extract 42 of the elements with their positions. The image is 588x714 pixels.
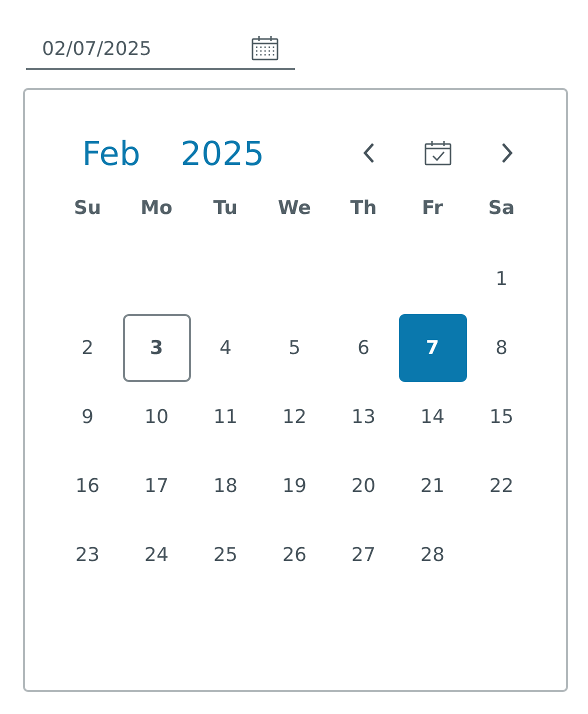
day-button[interactable]: 17 — [122, 452, 190, 520]
today-button[interactable] — [424, 140, 452, 166]
day-button[interactable]: 2 — [54, 314, 122, 382]
weekday-label: We — [278, 197, 312, 219]
day-button[interactable]: 14 — [398, 382, 466, 450]
day-button[interactable]: 25 — [192, 520, 260, 588]
next-month-button[interactable] — [500, 142, 514, 164]
year-selector[interactable]: 2025 — [180, 134, 264, 172]
day-button[interactable]: 22 — [468, 452, 536, 520]
month-selector[interactable]: Feb — [82, 134, 140, 172]
day-button[interactable]: 24 — [122, 520, 190, 588]
day-button[interactable]: 5 — [260, 314, 328, 382]
day-button[interactable]: 11 — [192, 382, 260, 450]
weekday-label: Fr — [422, 197, 444, 219]
day-button[interactable]: 28 — [398, 520, 466, 588]
day-button[interactable]: 27 — [330, 520, 398, 588]
previous-month-button[interactable] — [362, 142, 376, 164]
weekday-label: Th — [350, 197, 377, 219]
day-button[interactable]: 9 — [54, 382, 122, 450]
day-button[interactable]: 15 — [468, 382, 536, 450]
date-field[interactable]: 02/07/2025 — [26, 30, 295, 70]
day-button[interactable]: 8 — [468, 314, 536, 382]
weekday-label: Tu — [213, 197, 238, 219]
day-button[interactable]: 19 — [260, 452, 328, 520]
day-button[interactable]: 1 — [468, 244, 536, 312]
day-button[interactable]: 26 — [260, 520, 328, 588]
weekday-label: Mo — [140, 197, 172, 219]
day-button[interactable]: 16 — [54, 452, 122, 520]
day-button[interactable]: 13 — [330, 382, 398, 450]
day-button[interactable]: 10 — [122, 382, 190, 450]
day-button[interactable]: 18 — [192, 452, 260, 520]
day-button[interactable]: 21 — [398, 452, 466, 520]
day-button[interactable]: 4 — [192, 314, 260, 382]
weekday-label: Sa — [488, 197, 515, 219]
day-button[interactable]: 23 — [54, 520, 122, 588]
day-button[interactable]: 6 — [330, 314, 398, 382]
weekday-label: Su — [74, 197, 102, 219]
day-button[interactable]: 3 — [122, 314, 190, 382]
day-button[interactable]: 7 — [398, 314, 466, 382]
day-button[interactable]: 20 — [330, 452, 398, 520]
day-button[interactable]: 12 — [260, 382, 328, 450]
calendar-icon[interactable] — [251, 35, 279, 61]
